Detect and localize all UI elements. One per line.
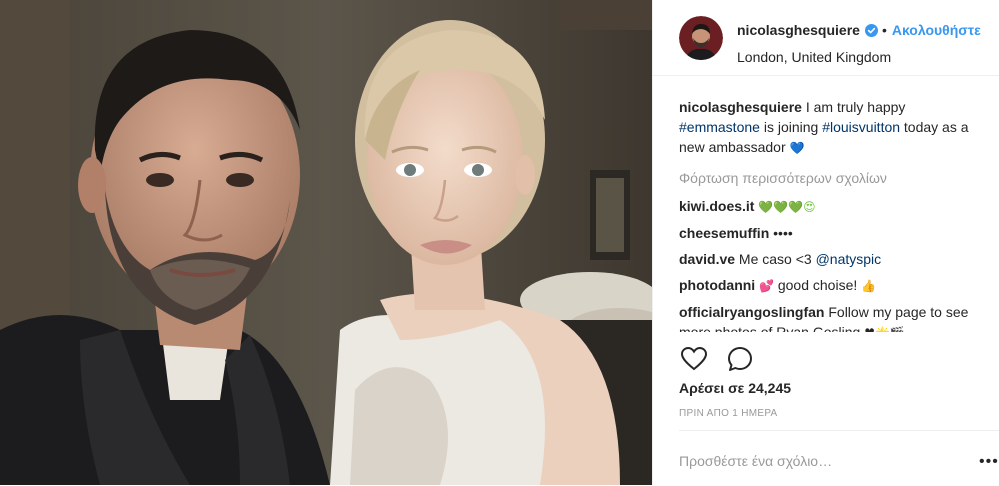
load-more-comments-button[interactable]: Φόρτωση περισσότερων σχολίων: [679, 168, 979, 188]
add-comment-bar: •••: [679, 430, 999, 486]
selfie-illustration: [0, 0, 652, 485]
location-link[interactable]: London, United Kingdom: [737, 49, 891, 65]
post-actions: [679, 344, 771, 374]
comment-text: Me caso <3: [735, 251, 816, 267]
hashtag-emmastone[interactable]: #emmastone: [679, 119, 760, 135]
header-separator: •: [881, 22, 887, 38]
comment-emoji: 💚💚💚😍: [758, 200, 816, 214]
comment-bubble-icon[interactable]: [725, 344, 755, 374]
post-caption: nicolasghesquiere I am truly happy #emma…: [679, 97, 979, 158]
comment-item: officialryangoslingfan Follow my page to…: [679, 302, 979, 332]
post-timestamp[interactable]: ΠΡΙΝ ΑΠΟ 1 ΗΜΕΡΑ: [679, 408, 778, 419]
instagram-post: nicolasghesquiere • Ακολουθήστε London, …: [0, 0, 999, 485]
likes-count[interactable]: Αρέσει σε 24,245: [679, 380, 791, 396]
comment-username[interactable]: david.ve: [679, 251, 735, 267]
comment-username[interactable]: officialryangoslingfan: [679, 304, 824, 320]
comment-text: ••••: [773, 225, 793, 241]
comment-emoji: 👍: [861, 279, 877, 293]
caption-username[interactable]: nicolasghesquiere: [679, 99, 802, 115]
comment-item: photodanni 💕 good choise! 👍: [679, 275, 979, 296]
comment-item: kiwi.does.it 💚💚💚😍: [679, 196, 979, 217]
header-top-line: nicolasghesquiere • Ακολουθήστε: [737, 22, 981, 38]
comment-username[interactable]: photodanni: [679, 277, 755, 293]
follow-button[interactable]: Ακολουθήστε: [892, 22, 981, 38]
comment-item: david.ve Me caso <3 @natyspic: [679, 249, 979, 269]
post-photo[interactable]: [0, 0, 652, 485]
blue-heart-emoji: 💙: [789, 141, 805, 155]
comment-username[interactable]: kiwi.does.it: [679, 198, 754, 214]
comment-item: cheesemuffin ••••: [679, 223, 979, 243]
more-options-button[interactable]: •••: [979, 453, 999, 471]
header-username[interactable]: nicolasghesquiere: [737, 22, 860, 38]
post-side-panel: nicolasghesquiere • Ακολουθήστε London, …: [652, 0, 999, 485]
caption-text-1: I am truly happy: [801, 99, 906, 115]
comment-username[interactable]: cheesemuffin: [679, 225, 769, 241]
verified-badge-icon: [864, 23, 878, 37]
comment-emoji: 💕: [755, 279, 774, 293]
avatar[interactable]: [679, 16, 723, 60]
comment-emoji: ♥🌟🎬: [864, 326, 905, 332]
caption-text-2: is joining: [759, 119, 823, 135]
post-header: nicolasghesquiere • Ακολουθήστε London, …: [653, 0, 999, 76]
heart-icon[interactable]: [679, 344, 709, 374]
comment-text: good choise!: [773, 277, 862, 293]
hashtag-louisvuitton[interactable]: #louisvuitton: [822, 119, 900, 135]
comment-mention[interactable]: @natyspic: [816, 251, 882, 267]
comment-input[interactable]: [679, 453, 939, 469]
comments-list[interactable]: nicolasghesquiere I am truly happy #emma…: [679, 97, 979, 332]
